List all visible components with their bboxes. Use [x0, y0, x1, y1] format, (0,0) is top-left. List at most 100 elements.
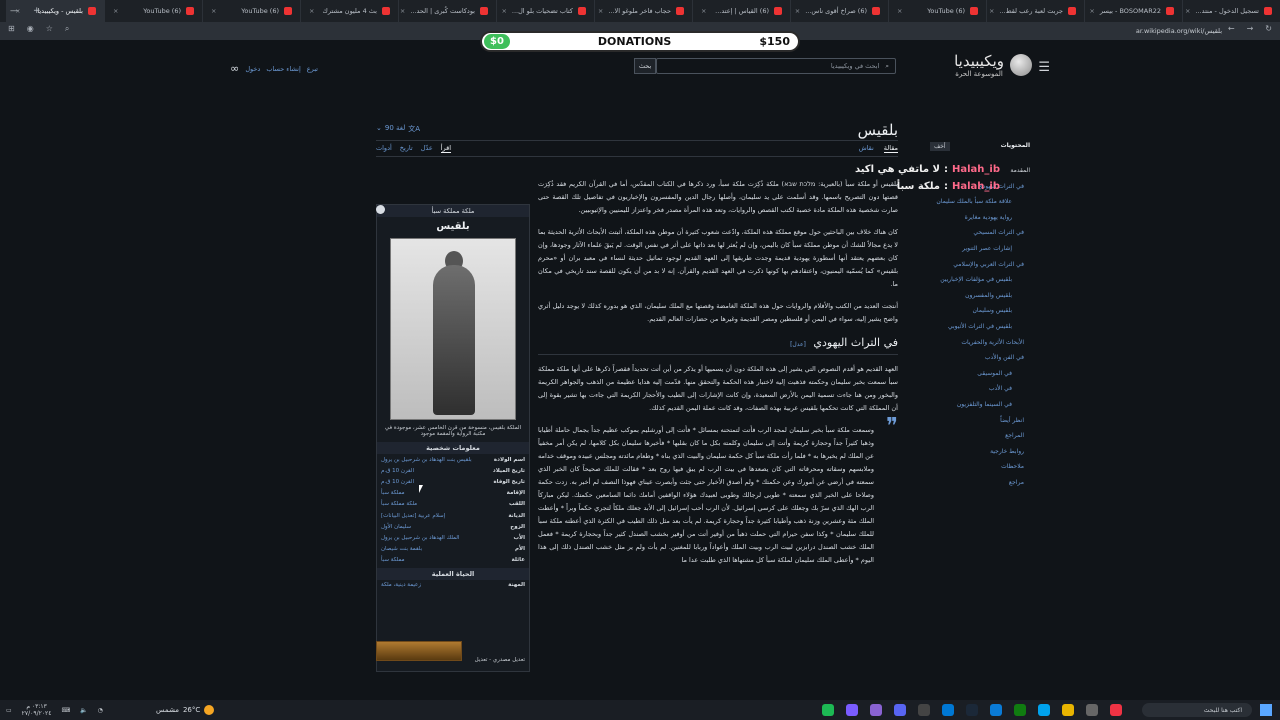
- toc-item[interactable]: انظر أيضاً: [930, 413, 1030, 429]
- tab-history[interactable]: تاريخ: [400, 144, 413, 153]
- app-icon[interactable]: [846, 704, 858, 716]
- infobox-value[interactable]: القرن 10 ق.م: [381, 479, 414, 485]
- app-icon[interactable]: [918, 704, 930, 716]
- close-tab-icon[interactable]: ×: [309, 7, 314, 15]
- close-tab-icon[interactable]: ×: [897, 7, 902, 15]
- toc-item[interactable]: بلقيس في مؤلفات الإخباريين: [930, 272, 1030, 288]
- app-icon[interactable]: [1086, 704, 1098, 716]
- new-tab-icon[interactable]: +: [33, 6, 41, 16]
- browser-tab[interactable]: (6) صراخ أقوى ناس... ×: [790, 0, 888, 22]
- close-tab-icon[interactable]: ×: [795, 7, 800, 15]
- infobox-value[interactable]: بلقمة بنت شيصان: [381, 546, 422, 552]
- infobox-value[interactable]: الملك الهدهاد بن شرحبيل بن يرول: [381, 535, 459, 541]
- tab-edit[interactable]: عدّل: [421, 144, 433, 153]
- next-infobox-image[interactable]: [376, 641, 462, 661]
- infobox-value[interactable]: زعيمة دينية، ملكة: [381, 582, 421, 588]
- keyboard-icon[interactable]: ⌨: [62, 707, 71, 714]
- login-link[interactable]: دخول: [245, 65, 260, 73]
- browser-tab[interactable]: حجاب فاخر ملوغو الا... ×: [594, 0, 692, 22]
- infobox-value[interactable]: سليمان الأول: [381, 524, 411, 530]
- search-button[interactable]: بحث: [634, 58, 656, 74]
- toc-item[interactable]: في الموسيقى: [930, 366, 1030, 382]
- xbox-icon[interactable]: [1014, 704, 1026, 716]
- close-tab-icon[interactable]: ×: [211, 7, 216, 15]
- toc-item[interactable]: في الأدب: [930, 381, 1030, 397]
- tab-article[interactable]: مقالة: [883, 144, 898, 153]
- app-icon[interactable]: [870, 704, 882, 716]
- infobox-value[interactable]: القرن 10 ق.م: [381, 468, 414, 474]
- toc-item[interactable]: رواية يهودية مغايرة: [930, 210, 1030, 226]
- toc-item[interactable]: بلقيس والمفسرون: [930, 288, 1030, 304]
- toc-item[interactable]: الأبحاث الأثرية والحفريات: [930, 335, 1030, 351]
- infobox-value[interactable]: بلقيس بنت الهدهاد بن شرحبيل بن يرول: [381, 457, 472, 463]
- weather-widget[interactable]: مشمس 26°C: [156, 705, 215, 715]
- tab-tools[interactable]: أدوات: [376, 144, 392, 153]
- toc-item[interactable]: بلقيس في التراث الأثيوبي: [930, 319, 1030, 335]
- browser-tab[interactable]: (6) YouTube ×: [104, 0, 202, 22]
- infobox-edit-link[interactable]: تعديل مصدري - تعديل: [475, 657, 525, 663]
- forward-icon[interactable]: →: [1247, 24, 1254, 33]
- back-icon[interactable]: ←: [1228, 24, 1235, 33]
- browser-tab[interactable]: بث 4 مليون مشترك ×: [300, 0, 398, 22]
- minimize-icon[interactable]: —: [10, 6, 19, 16]
- network-icon[interactable]: ◔: [98, 707, 103, 714]
- extensions-icon[interactable]: ⊞: [8, 24, 15, 34]
- wikipedia-logo[interactable]: ويكيبيديا الموسوعة الحرة: [954, 52, 1032, 78]
- browser-tab[interactable]: BOSOMAR22 - بيسر ×: [1084, 0, 1182, 22]
- bookmark-star-icon[interactable]: ☆: [46, 24, 53, 34]
- toc-item[interactable]: مراجع: [930, 475, 1030, 491]
- close-tab-icon[interactable]: ×: [400, 7, 405, 15]
- toc-item[interactable]: إشارات عصر التنوير: [930, 241, 1030, 257]
- infobox-value[interactable]: إسلام عربية [تعديل البيانات]: [381, 513, 445, 519]
- section-edit-link[interactable]: [عدل]: [790, 341, 806, 348]
- taskbar-search[interactable]: اكتب هنا للبحث: [1142, 703, 1252, 717]
- windows-start-icon[interactable]: [1260, 704, 1272, 716]
- queen-portrait-image[interactable]: [390, 238, 516, 420]
- appearance-toggle-icon[interactable]: [376, 205, 385, 214]
- browser-tab[interactable]: (6) YouTube ×: [202, 0, 300, 22]
- notification-icon[interactable]: ▭: [6, 707, 12, 714]
- close-tab-icon[interactable]: ×: [1185, 7, 1190, 15]
- profile-icon[interactable]: ◉: [27, 24, 34, 34]
- toc-item[interactable]: في التراث المسيحي: [930, 225, 1030, 241]
- steam-icon[interactable]: [966, 704, 978, 716]
- app-icon[interactable]: [822, 704, 834, 716]
- browser-tab[interactable]: جربت لعبة رعب لقط... ×: [986, 0, 1084, 22]
- browser-tab[interactable]: بودكاست كُبرى | الحد... ×: [398, 0, 496, 22]
- language-button[interactable]: ⌄ 90 لغة 文A: [376, 124, 420, 134]
- reload-icon[interactable]: ↻: [1265, 24, 1272, 33]
- toc-item[interactable]: ملاحظات: [930, 459, 1030, 475]
- clock[interactable]: ٠٣:١٣ م ٢٧/٠٩/٢٠٢٤: [22, 703, 52, 717]
- toc-item[interactable]: المراجع: [930, 428, 1030, 444]
- toc-item[interactable]: روابط خارجية: [930, 444, 1030, 460]
- zoom-icon[interactable]: ⌕: [65, 24, 69, 34]
- tab-talk[interactable]: نقاش: [859, 144, 874, 153]
- toc-item[interactable]: في التراث العربي والإسلامي: [930, 257, 1030, 273]
- close-tab-icon[interactable]: ×: [113, 7, 118, 15]
- app-icon[interactable]: [990, 704, 1002, 716]
- infobox-value[interactable]: مملكة سبأ: [381, 490, 405, 496]
- toc-item[interactable]: بلقيس وسليمان: [930, 303, 1030, 319]
- infobox-value[interactable]: ملكة مملكة سبأ: [381, 501, 417, 507]
- file-explorer-icon[interactable]: [1062, 704, 1074, 716]
- toc-hide-button[interactable]: أخف: [930, 142, 950, 151]
- tab-read[interactable]: اقرأ: [440, 144, 452, 153]
- close-tab-icon[interactable]: ×: [598, 7, 603, 15]
- toc-item[interactable]: في الفن والأدب: [930, 350, 1030, 366]
- close-tab-icon[interactable]: ×: [701, 7, 706, 15]
- browser-tab[interactable]: تسجيل الدخول - منتد... ×: [1182, 0, 1280, 22]
- discord-icon[interactable]: [894, 704, 906, 716]
- app-icon[interactable]: [942, 704, 954, 716]
- close-tab-icon[interactable]: ×: [989, 7, 994, 15]
- create-account-link[interactable]: إنشاء حساب: [266, 65, 300, 73]
- volume-icon[interactable]: 🔈: [80, 707, 87, 714]
- user-menu-icon[interactable]: ∞: [230, 62, 239, 75]
- browser-tab[interactable]: (6) YouTube ×: [888, 0, 986, 22]
- browser-tab[interactable]: (6) القياس | إعتد... ×: [692, 0, 790, 22]
- donate-link[interactable]: تبرع: [307, 65, 318, 73]
- browser-tab[interactable]: كتاب تضحيات بلو ال... ×: [496, 0, 594, 22]
- close-tab-icon[interactable]: ×: [501, 7, 506, 15]
- infobox-value[interactable]: مملكة سبأ: [381, 557, 405, 563]
- toc-item[interactable]: في السينما والتلفزيون: [930, 397, 1030, 413]
- app-icon[interactable]: [1038, 704, 1050, 716]
